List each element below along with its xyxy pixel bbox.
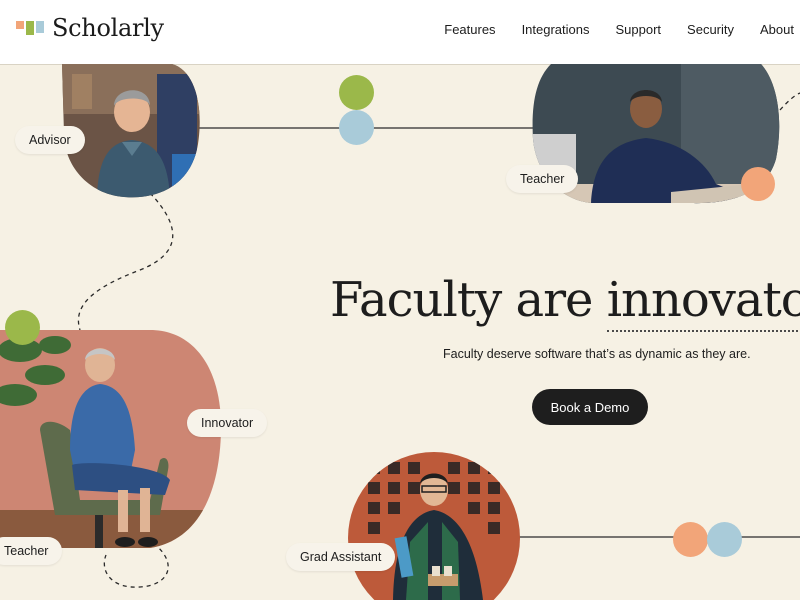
hero-headline-wrap: Faculty are innovators [330,265,800,335]
nav-integrations[interactable]: Integrations [522,22,590,37]
role-label-advisor: Advisor [15,126,85,154]
orange-dot-teacher [741,167,775,201]
logo-icon [16,17,46,39]
nav-support[interactable]: Support [616,22,662,37]
hero-headline: Faculty are innovators [330,272,800,332]
site-header: Scholarly Features Integrations Support … [0,0,800,65]
main-nav: Features Integrations Support Security A… [418,22,794,37]
innovator-photo [0,330,222,550]
headline-text: Faculty are [330,272,607,328]
blue-dot-bottom [707,522,742,557]
nav-about[interactable]: About [760,22,794,37]
role-label-grad-assistant: Grad Assistant [286,543,396,571]
advisor-photo [62,64,200,198]
blue-dot-top [339,110,374,145]
green-dot-top [339,75,374,110]
orange-dot-bottom [673,522,708,557]
green-dot-left [5,310,40,345]
nav-features[interactable]: Features [444,22,495,37]
headline-accent: innovators [606,272,800,332]
hero-subtitle: Faculty deserve software that’s as dynam… [443,347,751,361]
role-label-teacher-top: Teacher [506,165,579,193]
role-label-teacher-bottom: Teacher [0,537,63,565]
book-demo-button[interactable]: Book a Demo [532,389,648,425]
nav-security[interactable]: Security [687,22,734,37]
grad-assistant-photo [348,452,520,600]
role-label-innovator: Innovator [187,409,268,437]
brand-name: Scholarly [52,14,164,42]
brand-logo[interactable]: Scholarly [16,14,164,42]
